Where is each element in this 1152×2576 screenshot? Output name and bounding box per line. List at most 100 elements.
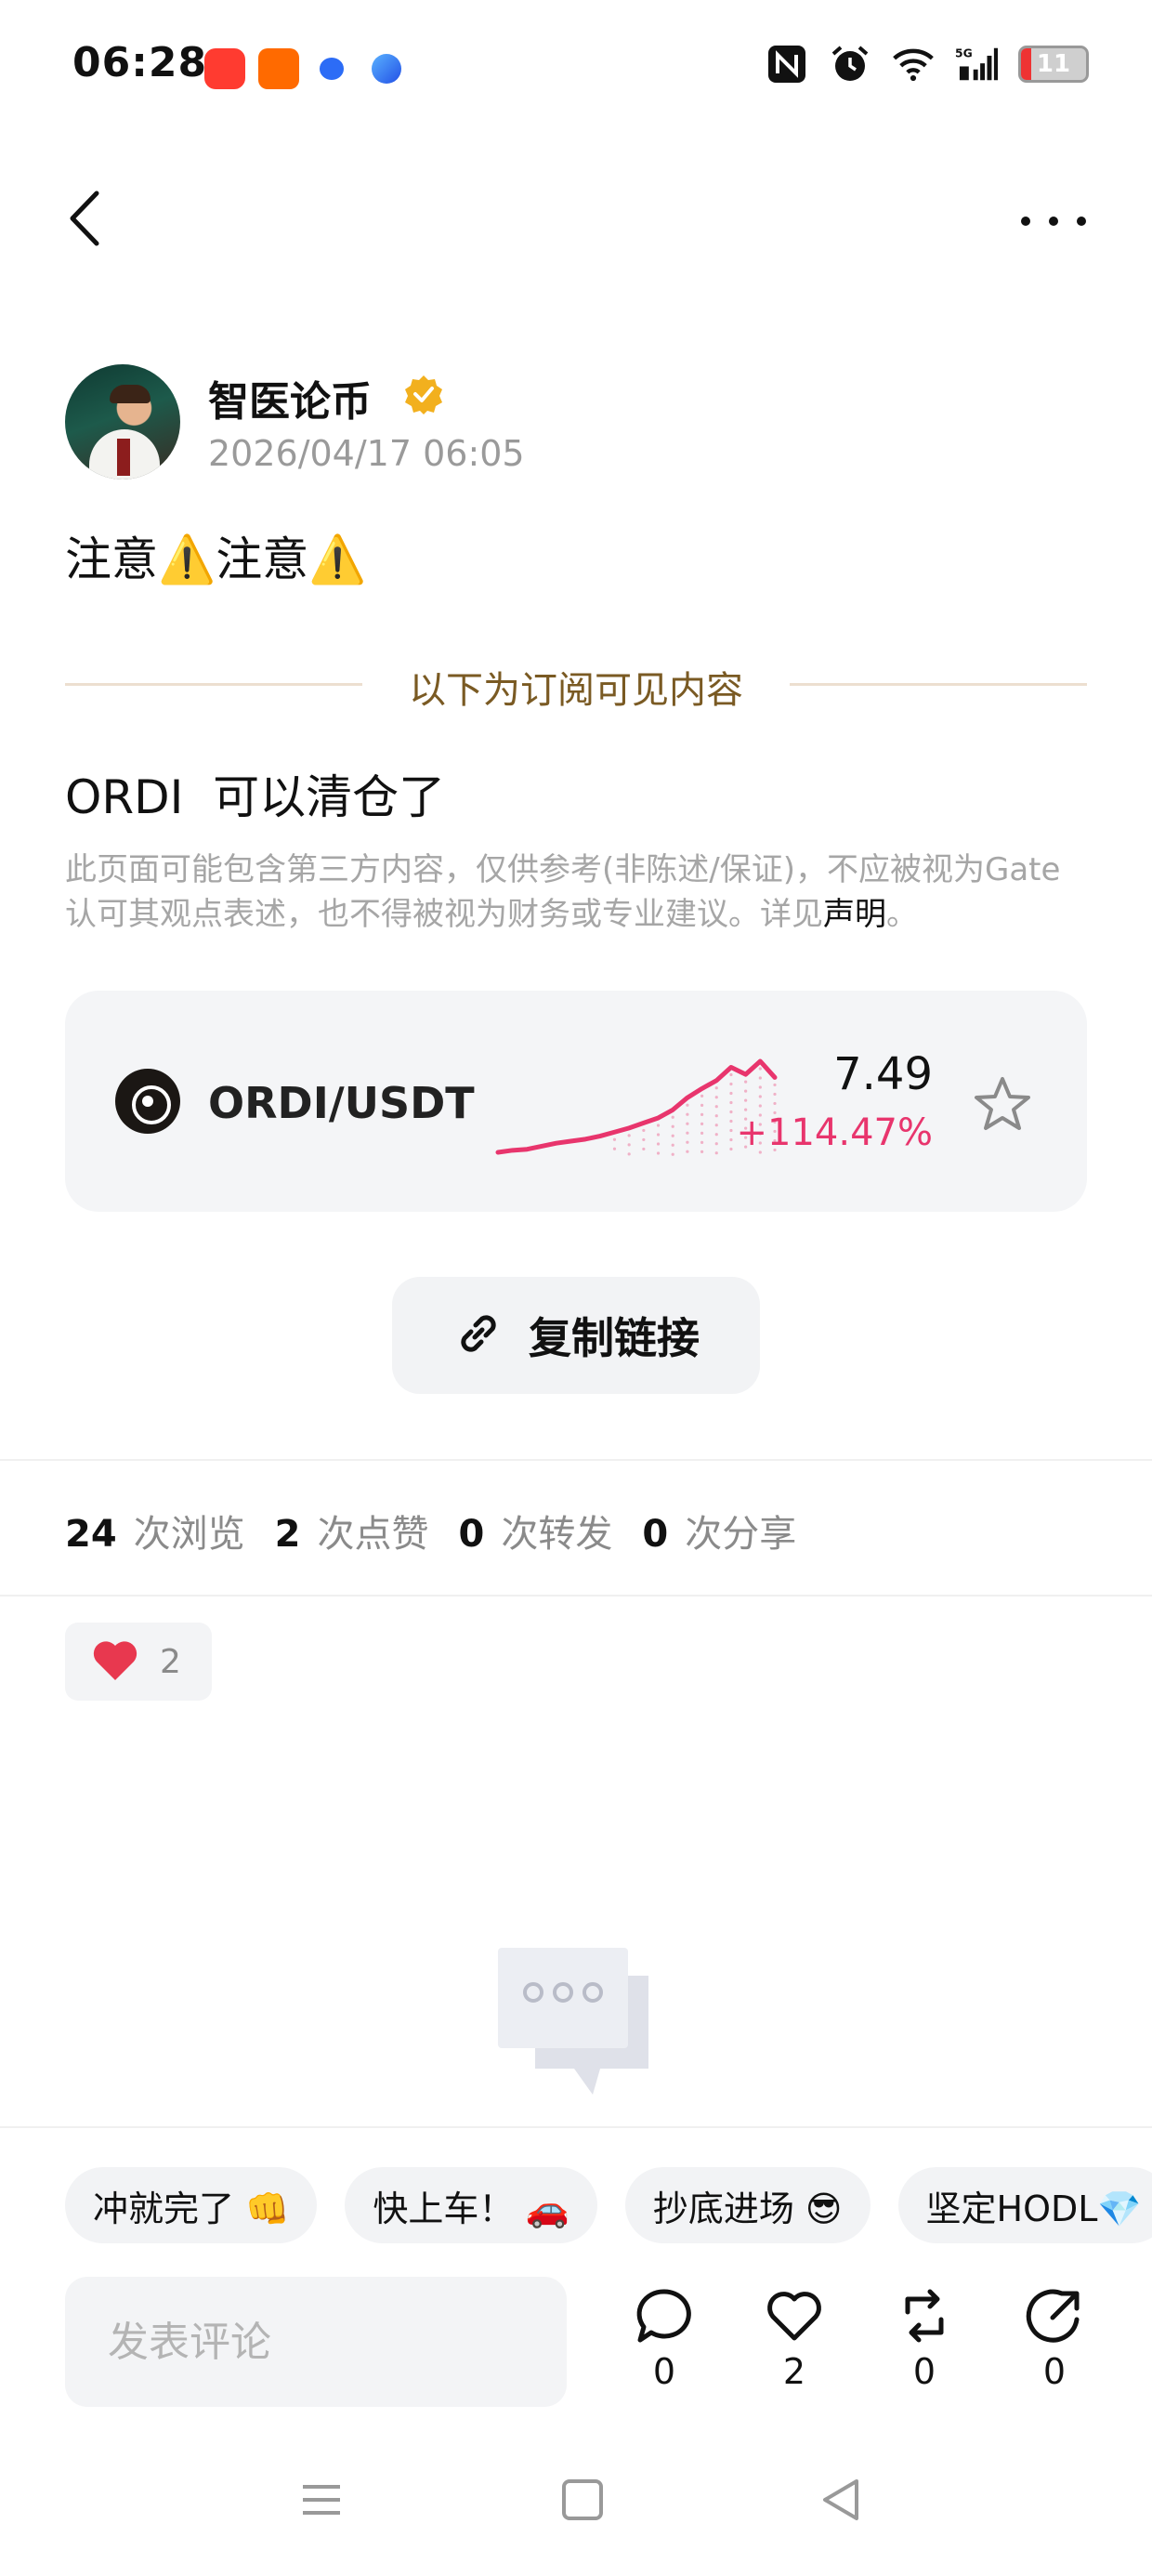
sparkline-fill-dot: [686, 1103, 689, 1107]
quick-reply-chips: 冲就完了 👊 快上车！ 🚗 抄底进场 😎 坚定HODL💎: [65, 2167, 1152, 2243]
sparkline-fill-dot: [729, 1082, 733, 1086]
sparkline-fill-dot: [627, 1134, 631, 1137]
repost-button[interactable]: 0: [883, 2286, 966, 2392]
sparkline-fill-dot: [744, 1080, 748, 1084]
sparkline-fill-dot: [729, 1128, 733, 1133]
system-icons: 5G 11: [766, 43, 1089, 85]
empty-comments-icon: [498, 1948, 656, 2106]
sparkline-fill-dot: [700, 1122, 704, 1125]
sparkline-fill-dot: [773, 1083, 777, 1087]
cellular-5g-icon: 5G: [955, 43, 998, 85]
sparkline-fill-dot: [642, 1147, 646, 1151]
app-notification-icon: [258, 48, 299, 89]
sparkline-fill-dot: [656, 1151, 661, 1155]
post-time: 2026/04/17 06:05: [208, 433, 525, 474]
sparkline-fill-dot: [700, 1094, 704, 1097]
comment-button[interactable]: 0: [622, 2286, 706, 2392]
sparkline-fill-dot: [714, 1124, 718, 1127]
sparkline-fill-dot: [714, 1142, 718, 1146]
heart-outline-icon: [767, 2292, 821, 2341]
subscriber-divider-label: 以下为订阅可见内容: [409, 669, 743, 712]
author-name[interactable]: 智医论币: [208, 368, 372, 427]
sparkline-fill-dot: [700, 1140, 704, 1144]
sparkline-fill-dot: [686, 1112, 689, 1116]
more-dots-icon[interactable]: [1016, 195, 1091, 242]
browser-icon: [366, 48, 407, 89]
like-count: 2: [782, 2351, 806, 2392]
sparkline-fill-dot: [729, 1100, 733, 1105]
reposts-count: 0: [458, 1513, 485, 1556]
market-card[interactable]: ORDI/USDT 7.49 +114.47%: [65, 991, 1087, 1212]
battery-level: 11: [1036, 50, 1071, 78]
sparkline-fill-dot: [758, 1085, 762, 1089]
price-change: +114.47%: [736, 1111, 933, 1154]
share-button[interactable]: 0: [1013, 2286, 1096, 2392]
app-notification-icon: [204, 48, 245, 89]
sparkline-fill-dot: [686, 1122, 689, 1125]
verified-badge-icon: [403, 374, 444, 414]
sparkline-fill-dot: [671, 1134, 674, 1137]
sparkline-fill-dot: [700, 1112, 704, 1116]
wifi-icon: [892, 43, 935, 85]
sparkline-fill-dot: [656, 1142, 661, 1146]
post-content: ORDI 可以清仓了: [65, 770, 446, 824]
sparkline-fill-dot: [729, 1119, 733, 1124]
quick-reply-chip[interactable]: 冲就完了 👊: [65, 2167, 318, 2243]
section-divider: [0, 2126, 1152, 2128]
heart-icon: [91, 1637, 139, 1686]
battery-icon: 11: [1018, 46, 1089, 83]
back-arrow-icon[interactable]: [61, 186, 108, 251]
back-triangle-icon[interactable]: [814, 2472, 870, 2528]
sparkline-fill-dot: [627, 1143, 631, 1147]
sparkline-fill-dot: [656, 1133, 661, 1137]
avatar[interactable]: [65, 364, 180, 480]
section-divider: [0, 1459, 1152, 1461]
notification-icons: [204, 48, 407, 89]
shares-count: 0: [642, 1513, 669, 1556]
sparkline-fill-dot: [714, 1114, 718, 1118]
status-bar: 06:28 5G 11: [0, 0, 1152, 139]
sparkline-fill-dot: [758, 1067, 762, 1071]
sparkline-fill-dot: [671, 1143, 674, 1147]
sparkline-fill-dot: [656, 1124, 661, 1127]
post-stats: 24 次浏览 2 次点赞 0 次转发 0 次分享: [65, 1504, 826, 1557]
quick-reply-chip[interactable]: 抄底进场 😎: [624, 2167, 871, 2243]
views-count: 24: [65, 1513, 117, 1556]
sparkline-fill-dot: [686, 1131, 689, 1135]
nfc-icon: [766, 43, 808, 85]
price-value: 7.49: [833, 1048, 933, 1100]
disclaimer-link[interactable]: 声明: [823, 896, 886, 933]
sparkline-fill-dot: [744, 1098, 748, 1102]
share-icon: [1026, 2289, 1080, 2343]
star-outline-icon[interactable]: [970, 1072, 1035, 1137]
reposts-label: 次转发: [501, 1513, 613, 1556]
quick-reply-chip[interactable]: 坚定HODL💎: [897, 2167, 1152, 2243]
home-square-icon[interactable]: [555, 2472, 610, 2528]
sparkline-fill-dot: [686, 1150, 689, 1153]
comment-input[interactable]: [65, 2277, 567, 2407]
share-count: 0: [1042, 2351, 1067, 2392]
sparkline-fill-dot: [700, 1131, 704, 1135]
sparkline-fill-dot: [773, 1101, 777, 1106]
sparkline-fill-dot: [729, 1091, 733, 1096]
baidu-icon: [312, 48, 353, 89]
sparkline-fill-dot: [729, 1110, 733, 1114]
sparkline-line: [495, 1058, 778, 1155]
ordi-coin-icon: [115, 1069, 180, 1134]
quick-reply-chip[interactable]: 快上车！ 🚗: [345, 2167, 597, 2243]
sparkline-fill-dot: [612, 1147, 617, 1150]
sparkline-fill-dot: [729, 1072, 733, 1077]
menu-icon[interactable]: [294, 2472, 349, 2528]
sparkline-fill-dot: [671, 1152, 674, 1156]
likes-count: 2: [274, 1513, 301, 1556]
svg-text:5G: 5G: [955, 47, 973, 60]
like-button[interactable]: 2: [753, 2286, 836, 2392]
sparkline-fill-dot: [729, 1137, 733, 1142]
status-time: 06:28: [72, 39, 208, 86]
sparkline-fill-dot: [744, 1089, 748, 1093]
copy-link-button[interactable]: 复制链接: [392, 1277, 760, 1394]
heart-reaction-button[interactable]: 2: [65, 1623, 212, 1701]
disclaimer-end: 。: [886, 896, 918, 933]
sparkline-fill-dot: [686, 1140, 689, 1144]
sparkline-fill-dot: [729, 1147, 733, 1151]
